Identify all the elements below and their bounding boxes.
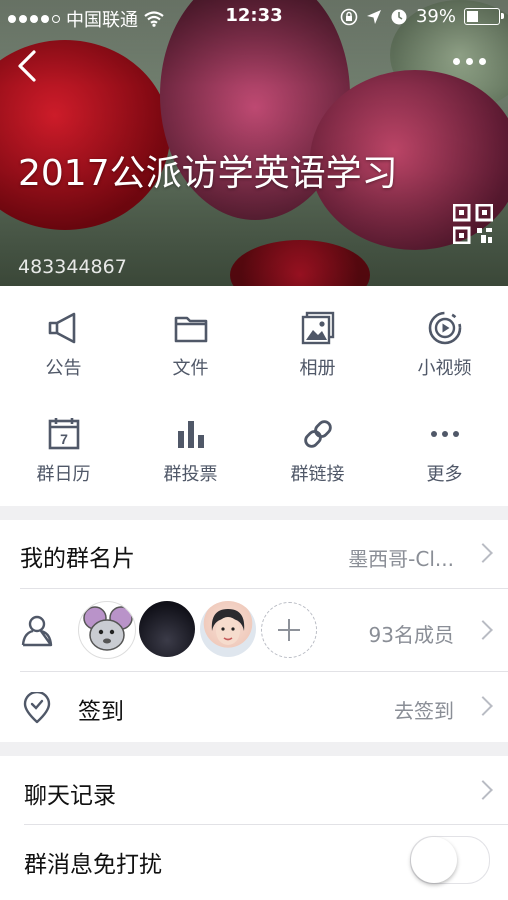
member-count: 93名成员 bbox=[368, 623, 454, 647]
shortcut-label: 公告 bbox=[45, 358, 82, 379]
link-icon bbox=[303, 420, 332, 448]
banner-shade bbox=[0, 0, 508, 286]
mouse-cartoon-avatar-icon bbox=[83, 606, 133, 651]
mute-notifications-row: 群消息免打扰 bbox=[0, 825, 508, 895]
battery-level-fill bbox=[467, 11, 478, 22]
my-group-card-label: 我的群名片 bbox=[20, 546, 135, 572]
member-avatar[interactable] bbox=[139, 601, 195, 657]
more-dots-icon[interactable] bbox=[453, 58, 486, 65]
shortcut-files[interactable]: 文件 bbox=[127, 310, 254, 380]
shortcut-label: 相册 bbox=[299, 358, 336, 379]
shortcut-label: 更多 bbox=[426, 464, 463, 485]
chat-settings-section: 聊天记录 群消息免打扰 bbox=[0, 756, 508, 900]
battery-icon bbox=[464, 8, 504, 25]
shortcut-label: 群日历 bbox=[36, 464, 91, 485]
chevron-right-icon bbox=[476, 697, 488, 717]
album-icon bbox=[301, 311, 334, 345]
chevron-right-icon bbox=[476, 621, 488, 641]
orientation-lock-icon bbox=[340, 8, 358, 25]
bar-chart-icon bbox=[177, 421, 204, 448]
location-arrow-icon bbox=[366, 9, 381, 24]
checkin-row[interactable]: 签到 去签到 bbox=[0, 672, 508, 742]
mute-toggle[interactable] bbox=[410, 836, 490, 884]
member-avatar[interactable] bbox=[78, 601, 136, 659]
folder-icon bbox=[174, 316, 207, 343]
add-member-button[interactable] bbox=[261, 602, 317, 658]
chevron-left-icon[interactable] bbox=[12, 48, 42, 84]
shortcut-label: 群投票 bbox=[163, 464, 218, 485]
chevron-right-icon bbox=[476, 781, 488, 801]
shortcut-label: 文件 bbox=[172, 358, 209, 379]
shortcut-calendar[interactable]: 7 群日历 bbox=[0, 416, 127, 486]
chat-history-row[interactable]: 聊天记录 bbox=[0, 756, 508, 824]
calendar-day: 7 bbox=[60, 431, 68, 447]
qr-code-icon[interactable] bbox=[453, 204, 493, 244]
members-icon bbox=[21, 615, 53, 647]
my-group-card-value: 墨西哥-Cl... bbox=[348, 547, 454, 571]
group-id: 483344867 bbox=[18, 256, 127, 278]
more-dots-icon bbox=[430, 431, 459, 437]
my-group-card-row[interactable]: 我的群名片 墨西哥-Cl... bbox=[0, 520, 508, 588]
shortcut-more[interactable]: 更多 bbox=[381, 416, 508, 486]
group-name: 2017公派访学英语学习 bbox=[18, 153, 398, 194]
chat-history-label: 聊天记录 bbox=[24, 783, 116, 809]
toggle-knob bbox=[411, 837, 457, 883]
checkin-action: 去签到 bbox=[394, 699, 454, 723]
checkin-label: 签到 bbox=[78, 699, 124, 725]
members-row[interactable]: 93名成员 bbox=[0, 589, 508, 671]
shortcut-label: 小视频 bbox=[417, 358, 472, 379]
shortcut-announcement[interactable]: 公告 bbox=[0, 310, 127, 380]
portrait-avatar-icon bbox=[211, 609, 245, 645]
shortcut-short-video[interactable]: 小视频 bbox=[381, 310, 508, 380]
shortcut-vote[interactable]: 群投票 bbox=[127, 416, 254, 486]
group-shortcuts: 公告 文件 相册 小视频 7 群日历 群投票 群链接 更多 bbox=[0, 286, 508, 506]
video-icon bbox=[428, 311, 461, 345]
group-header-banner: 中国联通 12:33 39% 2017公派访学英语学习 483344867 bbox=[0, 0, 508, 286]
group-info-section: 我的群名片 墨西哥-Cl... 93名成员 签到 去签到 bbox=[0, 520, 508, 742]
location-pin-icon bbox=[23, 692, 51, 724]
shortcut-album[interactable]: 相册 bbox=[254, 310, 381, 380]
alarm-icon bbox=[391, 9, 407, 24]
mute-notifications-label: 群消息免打扰 bbox=[24, 852, 162, 878]
status-bar: 中国联通 12:33 39% bbox=[0, 0, 508, 34]
chevron-right-icon bbox=[476, 544, 488, 564]
calendar-icon: 7 bbox=[48, 418, 79, 450]
megaphone-icon bbox=[48, 312, 75, 344]
shortcut-link[interactable]: 群链接 bbox=[254, 416, 381, 486]
member-avatar[interactable] bbox=[200, 601, 256, 657]
battery-percent: 39% bbox=[415, 6, 456, 27]
shortcut-label: 群链接 bbox=[290, 464, 345, 485]
